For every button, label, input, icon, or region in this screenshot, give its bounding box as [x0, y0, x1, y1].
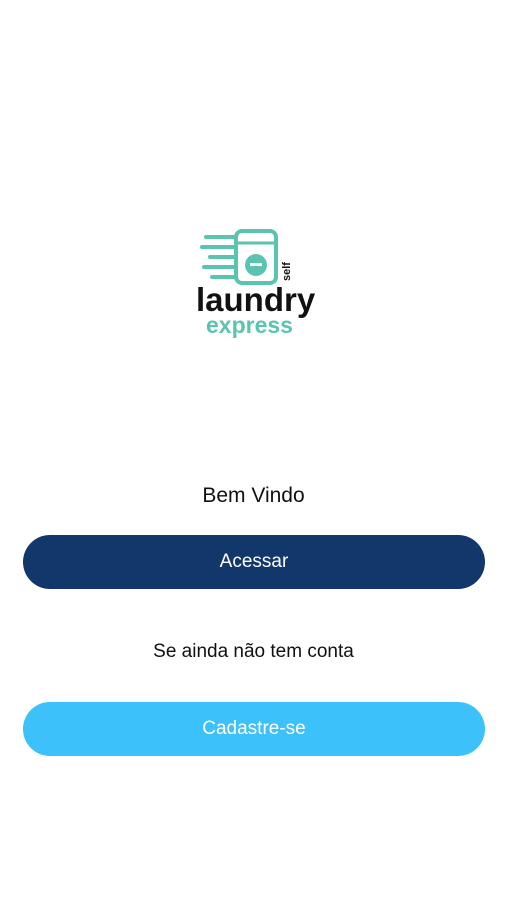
- login-button[interactable]: Acessar: [23, 535, 485, 589]
- welcome-title: Bem Vindo: [202, 484, 305, 507]
- laundry-express-logo: self laundry express: [196, 229, 316, 338]
- logo-express-text: express: [206, 312, 293, 338]
- signup-button[interactable]: Cadastre-se: [23, 702, 485, 756]
- logo-self-text: self: [281, 262, 293, 281]
- app-logo: self laundry express: [190, 225, 330, 345]
- signup-hint: Se ainda não tem conta: [153, 641, 354, 662]
- speed-lines: [200, 235, 236, 279]
- washing-machine-icon: [234, 229, 278, 285]
